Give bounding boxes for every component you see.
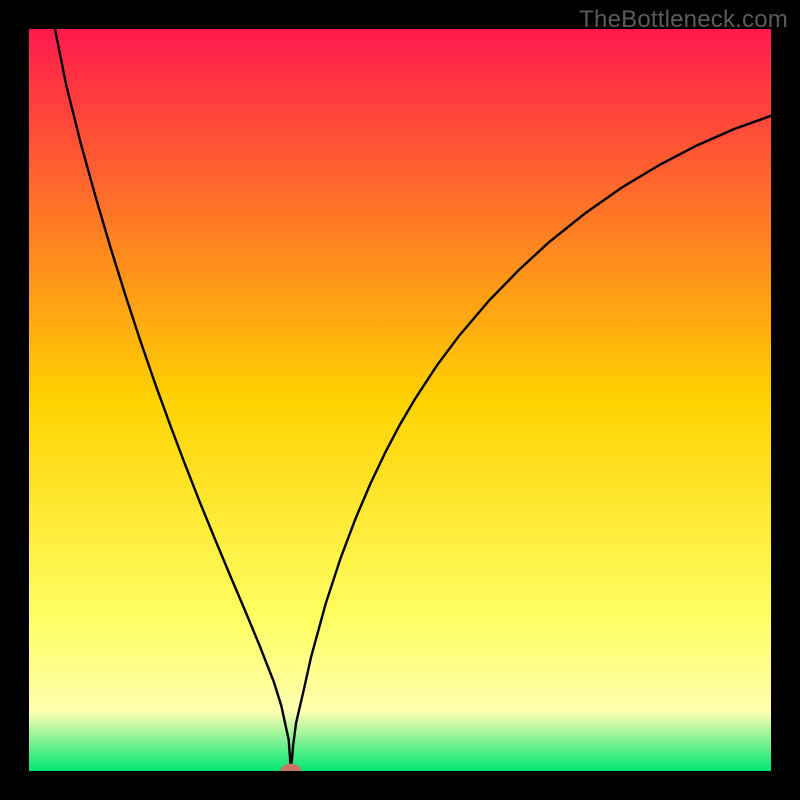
chart-plot	[29, 29, 771, 771]
chart-background	[29, 29, 771, 771]
watermark-text: TheBottleneck.com	[579, 6, 788, 34]
chart-frame: TheBottleneck.com	[0, 0, 800, 800]
